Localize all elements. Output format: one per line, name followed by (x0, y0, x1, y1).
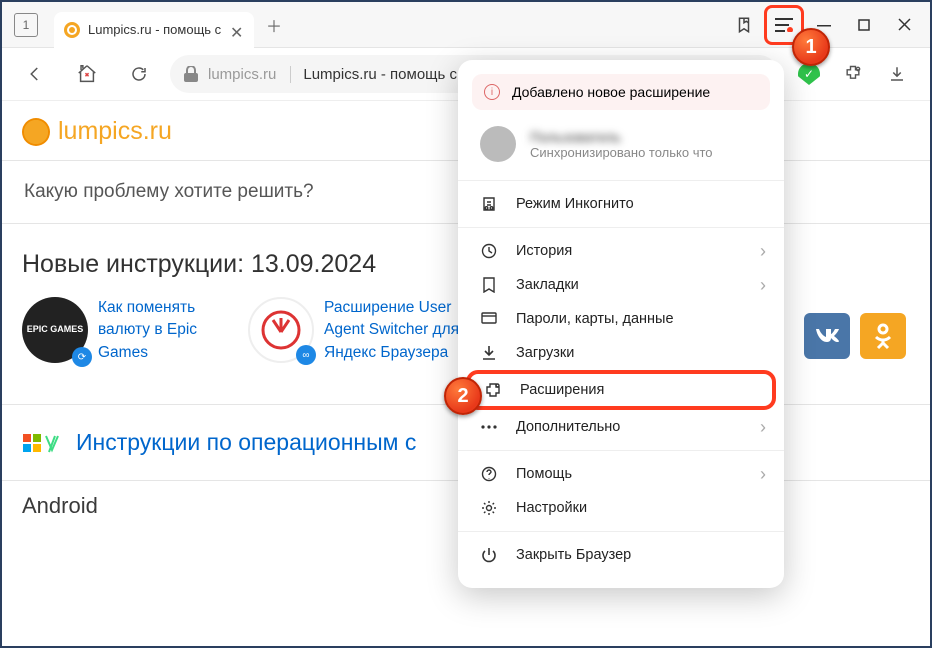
tab-title: Lumpics.ru - помощь с (88, 22, 222, 37)
menu-history[interactable]: История (458, 234, 784, 268)
tab-count-button[interactable]: 1 (14, 13, 38, 37)
os-link[interactable]: Инструкции по операционным с (76, 429, 416, 456)
gear-icon (480, 500, 498, 516)
overlay-badge-icon: ∞ (296, 345, 316, 365)
close-window-icon[interactable] (884, 5, 924, 45)
annotation-callout-2: 2 (444, 377, 482, 415)
menu-extensions[interactable]: Расширения (466, 370, 776, 410)
menu-label: Расширения (520, 382, 604, 398)
social-buttons (804, 313, 906, 359)
back-button[interactable] (14, 55, 56, 93)
ok-share-button[interactable] (860, 313, 906, 359)
menu-more[interactable]: Дополнительно (458, 410, 784, 444)
menu-downloads[interactable]: Загрузки (458, 336, 784, 370)
extensions-toolbar-icon[interactable] (832, 55, 874, 93)
menu-label: Режим Инкогнито (516, 196, 634, 212)
bookmark-icon (480, 277, 498, 293)
power-icon (480, 547, 498, 563)
profile-sync-status: Синхронизировано только что (530, 145, 713, 160)
menu-label: Закладки (516, 277, 579, 293)
browser-tab[interactable]: Lumpics.ru - помощь с ✕ (54, 12, 254, 48)
browser-titlebar: 1 Lumpics.ru - помощь с ✕ ＋ (2, 2, 930, 48)
menu-help[interactable]: Помощь (458, 457, 784, 491)
url-domain: lumpics.ru (208, 66, 276, 83)
annotation-callout-1: 1 (792, 28, 830, 66)
menu-bookmarks[interactable]: Закладки (458, 268, 784, 302)
platform-android[interactable]: Android (22, 493, 460, 519)
downloads-toolbar-icon[interactable] (876, 55, 918, 93)
browser-main-menu: i Добавлено новое расширение Пользовател… (458, 60, 784, 588)
article-link[interactable]: Расширение User Agent Switcher для Яндек… (324, 297, 468, 364)
menu-passwords[interactable]: Пароли, карты, данные (458, 302, 784, 336)
menu-label: История (516, 243, 572, 259)
article-thumb-icon: ∞ (248, 297, 314, 363)
menu-label: Настройки (516, 500, 587, 516)
menu-profile[interactable]: Пользователь Синхронизировано только что (458, 120, 784, 174)
menu-settings[interactable]: Настройки (458, 491, 784, 525)
download-icon (480, 345, 498, 361)
puzzle-icon (484, 382, 502, 398)
dots-icon (480, 425, 498, 429)
notification-text: Добавлено новое расширение (512, 84, 710, 100)
menu-label: Пароли, карты, данные (516, 311, 674, 327)
article-link[interactable]: Как поменять валюту в Epic Games (98, 297, 242, 364)
overlay-badge-icon: ⟳ (72, 347, 92, 367)
article-card[interactable]: ∞ Расширение User Agent Switcher для Янд… (248, 297, 468, 364)
site-name[interactable]: lumpics.ru (58, 117, 172, 146)
vk-share-button[interactable] (804, 313, 850, 359)
card-icon (480, 312, 498, 326)
menu-quit[interactable]: Закрыть Браузер (458, 538, 784, 572)
article-thumb-icon: EPIC GAMES ⟳ (22, 297, 88, 363)
menu-incognito[interactable]: Режим Инкогнито (458, 187, 784, 221)
bookmark-icon[interactable] (724, 5, 764, 45)
menu-label: Загрузки (516, 345, 574, 361)
page-title-inline: Lumpics.ru - помощь с (290, 66, 457, 83)
reload-button[interactable] (118, 55, 160, 93)
profile-name: Пользователь (530, 129, 713, 145)
incognito-icon (480, 196, 498, 212)
home-button[interactable] (66, 55, 108, 93)
favicon-icon (64, 22, 80, 38)
close-tab-icon[interactable]: ✕ (230, 23, 244, 37)
avatar-icon (480, 126, 516, 162)
menu-label: Дополнительно (516, 419, 620, 435)
menu-notification[interactable]: i Добавлено новое расширение (472, 74, 770, 110)
info-icon: i (484, 84, 500, 100)
new-tab-button[interactable]: ＋ (260, 11, 288, 39)
menu-label: Закрыть Браузер (516, 547, 631, 563)
article-card[interactable]: EPIC GAMES ⟳ Как поменять валюту в Epic … (22, 297, 242, 364)
os-icons (22, 433, 62, 453)
site-logo-icon (22, 118, 50, 146)
help-icon (480, 466, 498, 482)
menu-label: Помощь (516, 466, 572, 482)
maximize-icon[interactable] (844, 5, 884, 45)
history-icon (480, 243, 498, 259)
lock-icon (184, 66, 198, 82)
